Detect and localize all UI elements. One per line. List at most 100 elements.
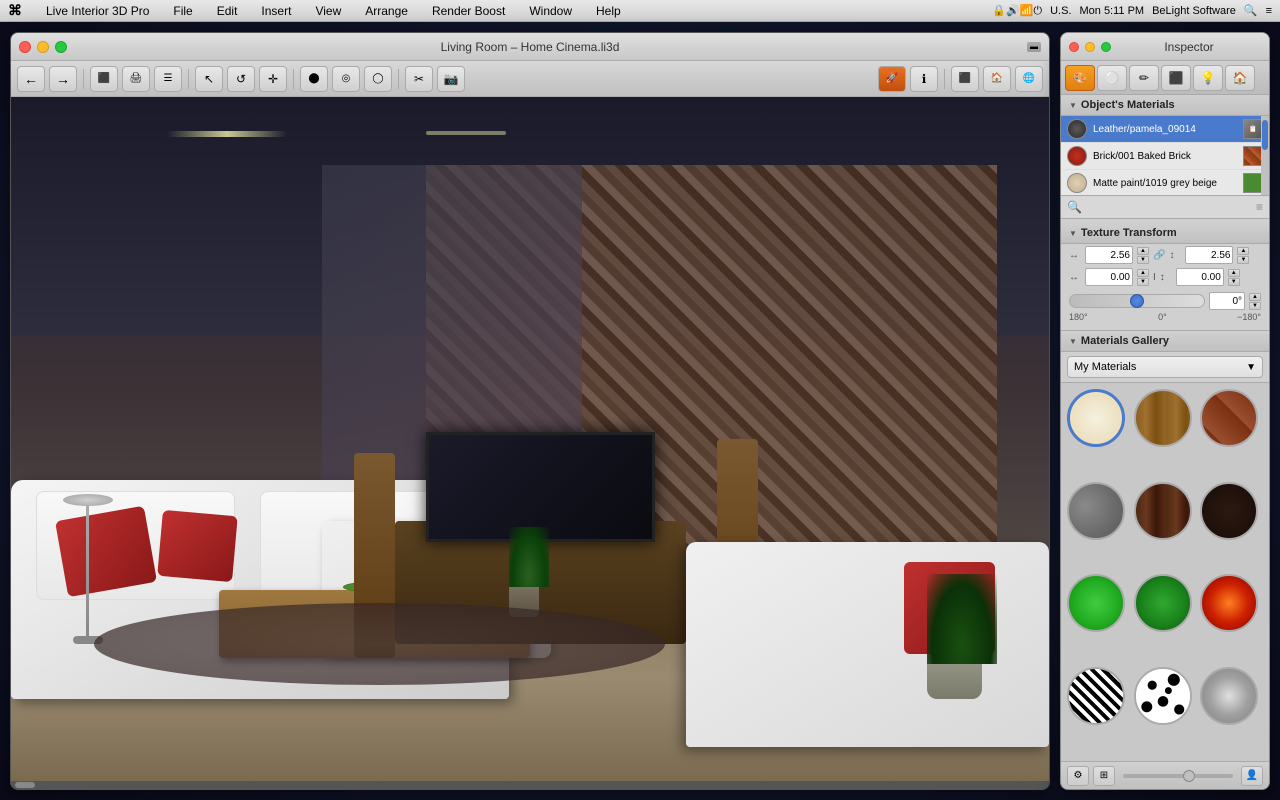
width-input[interactable]: 2.56 xyxy=(1085,246,1133,264)
camera-button[interactable]: 📷 xyxy=(437,66,465,92)
rot-up-btn[interactable]: ▲ xyxy=(1249,293,1261,301)
floorplan-button[interactable]: ⬛ xyxy=(90,66,118,92)
inspector-min[interactable] xyxy=(1085,42,1095,52)
menu-edit[interactable]: Edit xyxy=(213,4,242,18)
height-input[interactable]: 2.56 xyxy=(1185,246,1233,264)
gallery-item-fire[interactable] xyxy=(1200,574,1258,632)
gallery-size-slider[interactable] xyxy=(1123,774,1233,778)
menu-arrange[interactable]: Arrange xyxy=(361,4,412,18)
menubar-menu-icon[interactable]: ≡ xyxy=(1266,5,1272,17)
menu-render[interactable]: Render Boost xyxy=(428,4,509,18)
width-down-btn[interactable]: ▼ xyxy=(1137,256,1149,264)
rotation-thumb[interactable] xyxy=(1130,294,1144,308)
close-button[interactable] xyxy=(19,41,31,53)
menubar-right: 🔒🔊📶⏻ U.S. Mon 5:11 PM BeLight Software 🔍… xyxy=(992,4,1272,18)
minimize-button[interactable] xyxy=(37,41,49,53)
tab-light[interactable]: 💡 xyxy=(1193,65,1223,91)
3d-scene[interactable] xyxy=(11,97,1049,781)
width-up-btn[interactable]: ▲ xyxy=(1137,247,1149,255)
gallery-item-zebra[interactable] xyxy=(1067,667,1125,725)
offsetx-up-btn[interactable]: ▲ xyxy=(1137,269,1149,277)
inspector-close[interactable] xyxy=(1069,42,1079,52)
maximize-button[interactable] xyxy=(55,41,67,53)
tab-dark[interactable]: ⬛ xyxy=(1161,65,1191,91)
tab-materials[interactable]: 🎨 xyxy=(1065,65,1095,91)
menu-insert[interactable]: Insert xyxy=(257,4,295,18)
rotate-button[interactable]: ↺ xyxy=(227,66,255,92)
menu-file[interactable]: File xyxy=(169,4,196,18)
cut-button[interactable]: ✂ xyxy=(405,66,433,92)
rot-down-btn[interactable]: ▼ xyxy=(1249,302,1261,310)
offsety-down-btn[interactable]: ▼ xyxy=(1228,278,1240,286)
layout3-button[interactable]: 🌐 xyxy=(1015,66,1043,92)
menubar-search-icon[interactable]: 🔍 xyxy=(1244,4,1258,17)
gallery-person-btn[interactable]: 👤 xyxy=(1241,766,1263,786)
menu-view[interactable]: View xyxy=(311,4,345,18)
offset-y-input[interactable]: 0.00 xyxy=(1176,268,1224,286)
gallery-item-wood[interactable] xyxy=(1134,389,1192,447)
offset-y-stepper[interactable]: ▲ ▼ xyxy=(1228,269,1240,286)
tab-edit[interactable]: ✏ xyxy=(1129,65,1159,91)
menu-app[interactable]: Live Interior 3D Pro xyxy=(42,4,153,18)
gallery-grid-btn[interactable]: ⊞ xyxy=(1093,766,1115,786)
materials-scrollbar[interactable] xyxy=(1261,116,1269,195)
tab-house[interactable]: 🏠 xyxy=(1225,65,1255,91)
gallery-item-silver[interactable] xyxy=(1200,667,1258,725)
back-button[interactable]: ← xyxy=(17,66,45,92)
slider-min-label: 180° xyxy=(1069,312,1088,322)
move-button[interactable]: ✛ xyxy=(259,66,287,92)
eyedropper-icon[interactable]: 🔍 xyxy=(1067,200,1082,214)
rotation-slider[interactable] xyxy=(1069,294,1205,308)
tv-screen xyxy=(426,432,654,541)
toolbar-sep-4 xyxy=(398,69,399,89)
layout2-button[interactable]: 🏠 xyxy=(983,66,1011,92)
view-button[interactable]: ☰ xyxy=(154,66,182,92)
scrollbar-thumb[interactable] xyxy=(15,782,35,788)
apple-menu[interactable]: ⌘ xyxy=(8,2,22,19)
scene-background xyxy=(11,97,1049,781)
tab-sphere[interactable]: ⚪ xyxy=(1097,65,1127,91)
record-button[interactable]: ⬤ xyxy=(300,66,328,92)
gallery-item-cream[interactable] xyxy=(1067,389,1125,447)
width-stepper[interactable]: ▲ ▼ xyxy=(1137,247,1149,264)
height-up-btn[interactable]: ▲ xyxy=(1237,247,1249,255)
forward-button[interactable]: → xyxy=(49,66,77,92)
height-down-btn[interactable]: ▼ xyxy=(1237,256,1249,264)
gallery-item-green-bright[interactable] xyxy=(1067,574,1125,632)
offset-link-icon: I xyxy=(1153,272,1156,283)
gallery-item-dark-wood[interactable] xyxy=(1134,482,1192,540)
inspector-max[interactable] xyxy=(1101,42,1111,52)
scene-scrollbar[interactable] xyxy=(11,781,1049,789)
3d-button[interactable]: 🚀 xyxy=(878,66,906,92)
offset-x-input[interactable]: 0.00 xyxy=(1085,268,1133,286)
offsety-up-btn[interactable]: ▲ xyxy=(1228,269,1240,277)
offsetx-down-btn[interactable]: ▼ xyxy=(1137,278,1149,286)
gallery-dropdown[interactable]: My Materials ▼ xyxy=(1067,356,1263,378)
render-button[interactable]: 🖨 xyxy=(122,66,150,92)
gallery-item-green-dark[interactable] xyxy=(1134,574,1192,632)
window-resize-btn[interactable]: ▬ xyxy=(1027,42,1041,52)
gallery-size-thumb[interactable] xyxy=(1183,770,1195,782)
select-button[interactable]: ↖ xyxy=(195,66,223,92)
spots-pattern xyxy=(1136,669,1190,723)
menu-help[interactable]: Help xyxy=(592,4,625,18)
gallery-item-very-dark[interactable] xyxy=(1200,482,1258,540)
height-stepper[interactable]: ▲ ▼ xyxy=(1237,247,1249,264)
info-button[interactable]: ℹ xyxy=(910,66,938,92)
gallery-settings-btn[interactable]: ⚙ xyxy=(1067,766,1089,786)
orbit-button[interactable]: ◎ xyxy=(332,66,360,92)
pan-button[interactable]: ◯ xyxy=(364,66,392,92)
gallery-item-concrete[interactable] xyxy=(1067,482,1125,540)
material-label-2: Brick/001 Baked Brick xyxy=(1093,151,1237,162)
gallery-item-spots[interactable] xyxy=(1134,667,1192,725)
material-item-1[interactable]: Leather/pamela_09014 📋 xyxy=(1061,116,1269,143)
material-item-2[interactable]: Brick/001 Baked Brick xyxy=(1061,143,1269,170)
layout1-button[interactable]: ⬛ xyxy=(951,66,979,92)
gallery-item-brick[interactable] xyxy=(1200,389,1258,447)
offset-x-stepper[interactable]: ▲ ▼ xyxy=(1137,269,1149,286)
rotation-stepper[interactable]: ▲ ▼ xyxy=(1249,293,1261,310)
material-item-3[interactable]: Matte paint/1019 grey beige xyxy=(1061,170,1269,196)
rotation-input[interactable]: 0° xyxy=(1209,292,1245,310)
menubar-company: BeLight Software xyxy=(1152,5,1236,17)
menu-window[interactable]: Window xyxy=(525,4,576,18)
